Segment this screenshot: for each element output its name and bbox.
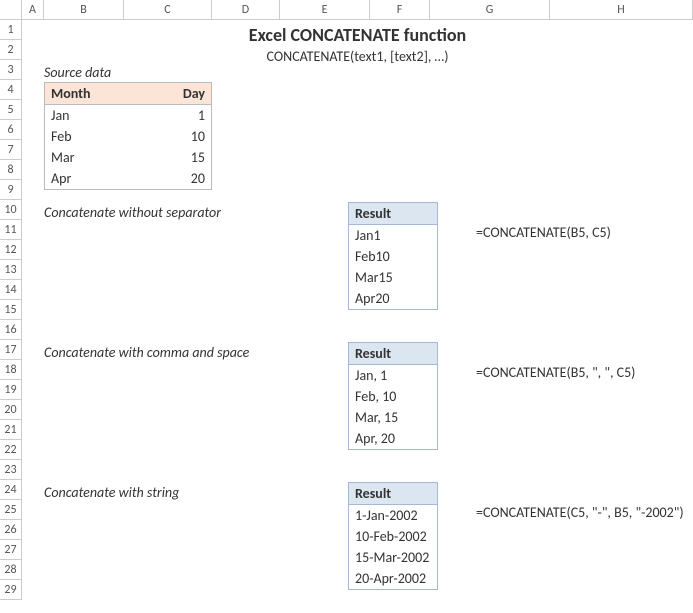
cell-day[interactable]: 10 (145, 126, 212, 147)
table-row: 10-Feb-2002 (349, 526, 438, 547)
row-header[interactable]: 16 (0, 320, 22, 340)
table-row: Jan1 (45, 105, 212, 127)
row-header[interactable]: 21 (0, 420, 22, 440)
table-row: Mar15 (349, 267, 438, 288)
table-header-row: Month Day (45, 83, 212, 105)
formula-text[interactable]: =CONCATENATE(C5, "-", B5, "-2002") (476, 504, 684, 521)
cell-month[interactable]: Mar (45, 147, 145, 168)
table-row: Apr20 (349, 288, 438, 310)
row-header[interactable]: 10 (0, 200, 22, 220)
cell-month[interactable]: Jan (45, 105, 145, 127)
source-data-table: Month Day Jan1Feb10Mar15Apr20 (44, 82, 212, 190)
formula-text[interactable]: =CONCATENATE(B5, C5) (476, 224, 611, 241)
result-cell[interactable]: Feb, 10 (349, 386, 438, 407)
table-row: Jan, 1 (349, 365, 438, 387)
table-row: 15-Mar-2002 (349, 547, 438, 568)
col-header-F[interactable]: F (370, 0, 430, 20)
row-header[interactable]: 25 (0, 500, 22, 520)
result-header: Result (349, 203, 438, 225)
col-header-G[interactable]: G (430, 0, 550, 20)
row-header[interactable]: 24 (0, 480, 22, 500)
col-header-A[interactable]: A (22, 0, 44, 20)
row-header[interactable]: 14 (0, 280, 22, 300)
row-header[interactable]: 19 (0, 380, 22, 400)
row-header[interactable]: 8 (0, 160, 22, 180)
row-header[interactable]: 28 (0, 560, 22, 580)
row-header[interactable]: 11 (0, 220, 22, 240)
result-cell[interactable]: Apr, 20 (349, 428, 438, 450)
row-header[interactable]: 1 (0, 20, 22, 40)
table-row: Jan1 (349, 225, 438, 247)
cell-day[interactable]: 20 (145, 168, 212, 190)
result-header: Result (349, 343, 438, 365)
col-month-header: Month (45, 83, 145, 105)
table-row: Apr20 (45, 168, 212, 190)
row-header[interactable]: 20 (0, 400, 22, 420)
result-cell[interactable]: Feb10 (349, 246, 438, 267)
table-row: Mar, 15 (349, 407, 438, 428)
result-cell[interactable]: 20-Apr-2002 (349, 568, 438, 590)
row-header[interactable]: 5 (0, 100, 22, 120)
table-row: Feb10 (349, 246, 438, 267)
table-row: Feb10 (45, 126, 212, 147)
row-header[interactable]: 26 (0, 520, 22, 540)
result-table: ResultJan1Feb10Mar15Apr20 (348, 202, 438, 310)
col-header-B[interactable]: B (44, 0, 124, 20)
row-header[interactable]: 27 (0, 540, 22, 560)
page-subtitle: CONCATENATE(text1, [text2], …) (22, 48, 693, 65)
cell-day[interactable]: 15 (145, 147, 212, 168)
row-header[interactable]: 4 (0, 80, 22, 100)
row-header[interactable]: 17 (0, 340, 22, 360)
col-header-E[interactable]: E (280, 0, 370, 20)
example-label: Concatenate with comma and space (44, 344, 249, 361)
result-cell[interactable]: 10-Feb-2002 (349, 526, 438, 547)
row-header[interactable]: 7 (0, 140, 22, 160)
source-data-label: Source data (44, 64, 111, 81)
row-header[interactable]: 6 (0, 120, 22, 140)
row-header[interactable]: 22 (0, 440, 22, 460)
table-row: Feb, 10 (349, 386, 438, 407)
col-header-D[interactable]: D (212, 0, 280, 20)
example-label: Concatenate with string (44, 484, 179, 501)
table-row: 1-Jan-2002 (349, 505, 438, 527)
cell-day[interactable]: 1 (145, 105, 212, 127)
row-header[interactable]: 18 (0, 360, 22, 380)
table-row: Apr, 20 (349, 428, 438, 450)
page-title: Excel CONCATENATE function (22, 24, 693, 46)
row-header[interactable]: 13 (0, 260, 22, 280)
col-day-header: Day (145, 83, 212, 105)
table-row: Mar15 (45, 147, 212, 168)
row-header[interactable]: 12 (0, 240, 22, 260)
cell-month[interactable]: Apr (45, 168, 145, 190)
result-cell[interactable]: Jan1 (349, 225, 438, 247)
result-cell[interactable]: Mar15 (349, 267, 438, 288)
row-header[interactable]: 23 (0, 460, 22, 480)
row-header[interactable]: 29 (0, 580, 22, 600)
select-all-corner[interactable] (0, 0, 22, 20)
col-header-C[interactable]: C (124, 0, 212, 20)
result-cell[interactable]: Apr20 (349, 288, 438, 310)
result-cell[interactable]: 15-Mar-2002 (349, 547, 438, 568)
row-header[interactable]: 3 (0, 60, 22, 80)
example-label: Concatenate without separator (44, 204, 221, 221)
table-row: 20-Apr-2002 (349, 568, 438, 590)
result-table: ResultJan, 1Feb, 10Mar, 15Apr, 20 (348, 342, 438, 450)
row-header[interactable]: 15 (0, 300, 22, 320)
formula-text[interactable]: =CONCATENATE(B5, ", ", C5) (476, 364, 635, 381)
column-headers-row: A B C D E F G H (0, 0, 693, 20)
row-header[interactable]: 9 (0, 180, 22, 200)
worksheet-content: Excel CONCATENATE function CONCATENATE(t… (22, 20, 693, 613)
result-cell[interactable]: 1-Jan-2002 (349, 505, 438, 527)
col-header-H[interactable]: H (550, 0, 693, 20)
result-table: Result1-Jan-200210-Feb-200215-Mar-200220… (348, 482, 438, 590)
row-header[interactable]: 2 (0, 40, 22, 60)
cell-month[interactable]: Feb (45, 126, 145, 147)
result-cell[interactable]: Mar, 15 (349, 407, 438, 428)
result-header: Result (349, 483, 438, 505)
result-cell[interactable]: Jan, 1 (349, 365, 438, 387)
